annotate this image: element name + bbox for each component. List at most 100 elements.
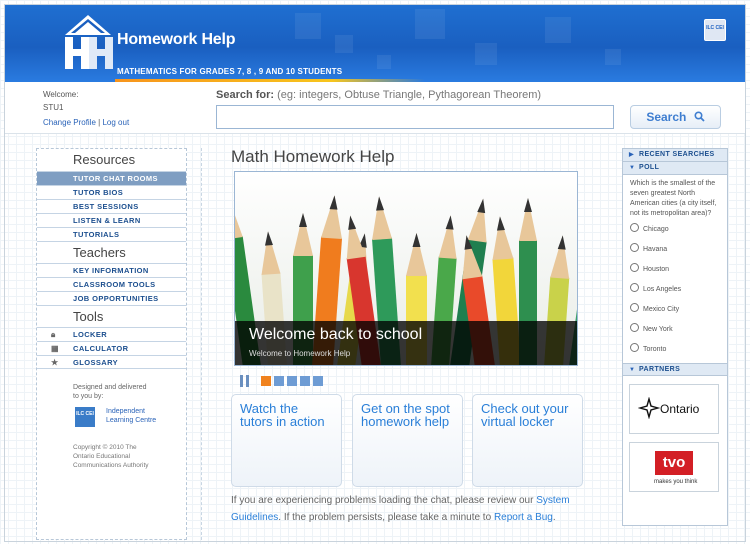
ontario-wordmark: Ontario: [660, 402, 700, 416]
poll-question: Which is the smallest of the seven great…: [630, 180, 717, 217]
pause-icon[interactable]: [240, 375, 249, 387]
nav-classroom-tools[interactable]: CLASSROOM TOOLS: [37, 277, 186, 291]
radio-button[interactable]: [630, 343, 639, 352]
search-input[interactable]: [216, 105, 614, 129]
change-profile-link[interactable]: Change Profile: [43, 118, 96, 127]
poll-option-mexico-city[interactable]: Mexico City: [623, 303, 727, 323]
hero-caption: Welcome back to school Welcome to Homewo…: [235, 321, 577, 365]
poll-option-chicago[interactable]: Chicago: [623, 223, 727, 243]
poll-option-los-angeles[interactable]: Los Angeles: [623, 283, 727, 303]
card-get-help[interactable]: Get on the spot homework help: [352, 394, 463, 487]
username: STU1: [43, 103, 64, 112]
radio-button[interactable]: [630, 283, 639, 292]
poll-header[interactable]: ▼ POLL: [623, 162, 727, 175]
page-title: Math Homework Help: [231, 147, 395, 166]
card-watch-tutors[interactable]: Watch the tutors in action: [231, 394, 342, 487]
notice-text-2: . If the problem persists, please take a…: [278, 512, 494, 523]
chat-notice: If you are experiencing problems loading…: [231, 492, 591, 526]
nav-tutorials[interactable]: TUTORIALS: [37, 227, 186, 241]
nav-glossary-label: GLOSSARY: [73, 358, 119, 367]
brand-name[interactable]: Homework Help: [117, 31, 236, 49]
partners-label: PARTNERS: [639, 366, 681, 373]
hero-subtitle: Welcome to Homework Help: [249, 349, 351, 358]
site-tagline: MATHEMATICS FOR GRADES 7, 8 , 9 AND 10 S…: [117, 67, 343, 76]
nav-calculator[interactable]: ▦ CALCULATOR: [37, 341, 186, 355]
recent-searches-label: RECENT SEARCHES: [639, 151, 715, 158]
radio-button[interactable]: [630, 263, 639, 272]
poll-option-label: Mexico City: [643, 306, 680, 313]
poll-option-label: Houston: [643, 266, 670, 273]
calculator-icon: ▦: [51, 344, 59, 353]
radio-button[interactable]: [630, 243, 639, 252]
site-header: Homework Help MATHEMATICS FOR GRADES 7, …: [5, 5, 745, 82]
poll-option-label: Chicago: [643, 226, 669, 233]
tvo-partner-logo[interactable]: tvo makes you think: [629, 442, 719, 492]
nav-glossary[interactable]: ★ GLOSSARY: [37, 355, 186, 369]
tvo-logo-icon: tvo: [655, 451, 693, 475]
hero-title: Welcome back to school: [249, 326, 423, 343]
homework-help-logo-icon[interactable]: [59, 11, 117, 73]
notice-text-1: If you are experiencing problems loading…: [231, 495, 537, 506]
poll-label: POLL: [639, 164, 660, 171]
logout-link[interactable]: Log out: [102, 118, 129, 127]
report-bug-link[interactable]: Report a Bug: [494, 512, 553, 523]
search-hint: (eg: integers, Obtuse Triangle, Pythagor…: [277, 89, 542, 101]
designed-by-text: Designed and delivered to you by:: [73, 384, 147, 400]
star-icon: ★: [51, 358, 59, 367]
radio-button[interactable]: [630, 223, 639, 232]
link-separator: |: [98, 118, 101, 127]
ilc-name-link[interactable]: Independent Learning Centre: [106, 407, 168, 425]
tools-heading: Tools: [37, 305, 186, 327]
welcome-label: Welcome:: [43, 90, 79, 99]
notice-text-3: .: [552, 512, 556, 523]
nav-locker[interactable]: 🔒︎ LOCKER: [37, 327, 186, 341]
triangle-down-icon: ▼: [629, 165, 636, 171]
nav-tutor-bios[interactable]: TUTOR BIOS: [37, 185, 186, 199]
slide-dot-1[interactable]: [261, 376, 271, 386]
column-divider: [201, 148, 202, 540]
lock-icon: 🔒︎: [51, 330, 56, 339]
user-panel: Welcome: STU1 Change Profile | Log out: [43, 88, 129, 129]
card-virtual-locker[interactable]: Check out your virtual locker: [472, 394, 583, 487]
poll-option-new-york[interactable]: New York: [623, 323, 727, 343]
poll-option-toronto[interactable]: Toronto: [623, 343, 727, 363]
partners-header[interactable]: ▼ PARTNERS: [623, 363, 727, 376]
search-label: Search for: (eg: integers, Obtuse Triang…: [216, 89, 541, 101]
poll-option-label: New York: [643, 326, 673, 333]
ilc-badge-icon[interactable]: ILC CEI: [704, 19, 726, 41]
triangle-right-icon: ▶: [629, 152, 635, 158]
radio-button[interactable]: [630, 303, 639, 312]
poll-option-label: Los Angeles: [643, 286, 682, 293]
ontario-partner-logo[interactable]: Ontario: [629, 384, 719, 434]
nav-best-sessions[interactable]: BEST SESSIONS: [37, 199, 186, 213]
ilc-link[interactable]: ILC CEI Independent Learning Centre: [37, 405, 186, 433]
nav-key-information[interactable]: KEY INFORMATION: [37, 263, 186, 277]
card-watch-tutors-text: Watch the tutors in action: [240, 401, 325, 429]
radio-button[interactable]: [630, 323, 639, 332]
search-icon: [694, 111, 705, 122]
ilc-logo-icon: ILC CEI: [75, 407, 95, 427]
search-button-label: Search: [646, 110, 687, 124]
search-for-label: Search for:: [216, 89, 275, 101]
poll-option-havana[interactable]: Havana: [623, 243, 727, 263]
card-virtual-locker-text: Check out your virtual locker: [481, 401, 569, 429]
hero-slideshow[interactable]: Welcome back to school Welcome to Homewo…: [234, 171, 578, 366]
nav-job-opportunities[interactable]: JOB OPPORTUNITIES: [37, 291, 186, 305]
nav-tutor-chat-rooms[interactable]: TUTOR CHAT ROOMS: [37, 171, 186, 185]
poll-option-label: Havana: [643, 246, 668, 253]
poll-option-label: Toronto: [643, 346, 667, 353]
recent-searches-header[interactable]: ▶ RECENT SEARCHES: [623, 149, 727, 162]
left-sidebar: Resources TUTOR CHAT ROOMS TUTOR BIOS BE…: [36, 148, 187, 540]
tvo-tagline: makes you think: [654, 479, 698, 485]
slide-dot-4[interactable]: [300, 376, 310, 386]
slide-dot-5[interactable]: [313, 376, 323, 386]
ontario-trillium-icon: [638, 397, 660, 419]
slide-dot-2[interactable]: [274, 376, 284, 386]
triangle-down-icon: ▼: [629, 367, 636, 373]
poll-option-houston[interactable]: Houston: [623, 263, 727, 283]
nav-calculator-label: CALCULATOR: [73, 344, 129, 353]
nav-listen-learn[interactable]: LISTEN & LEARN: [37, 213, 186, 227]
search-button[interactable]: Search: [630, 105, 721, 129]
teachers-heading: Teachers: [37, 241, 186, 263]
slide-dot-3[interactable]: [287, 376, 297, 386]
